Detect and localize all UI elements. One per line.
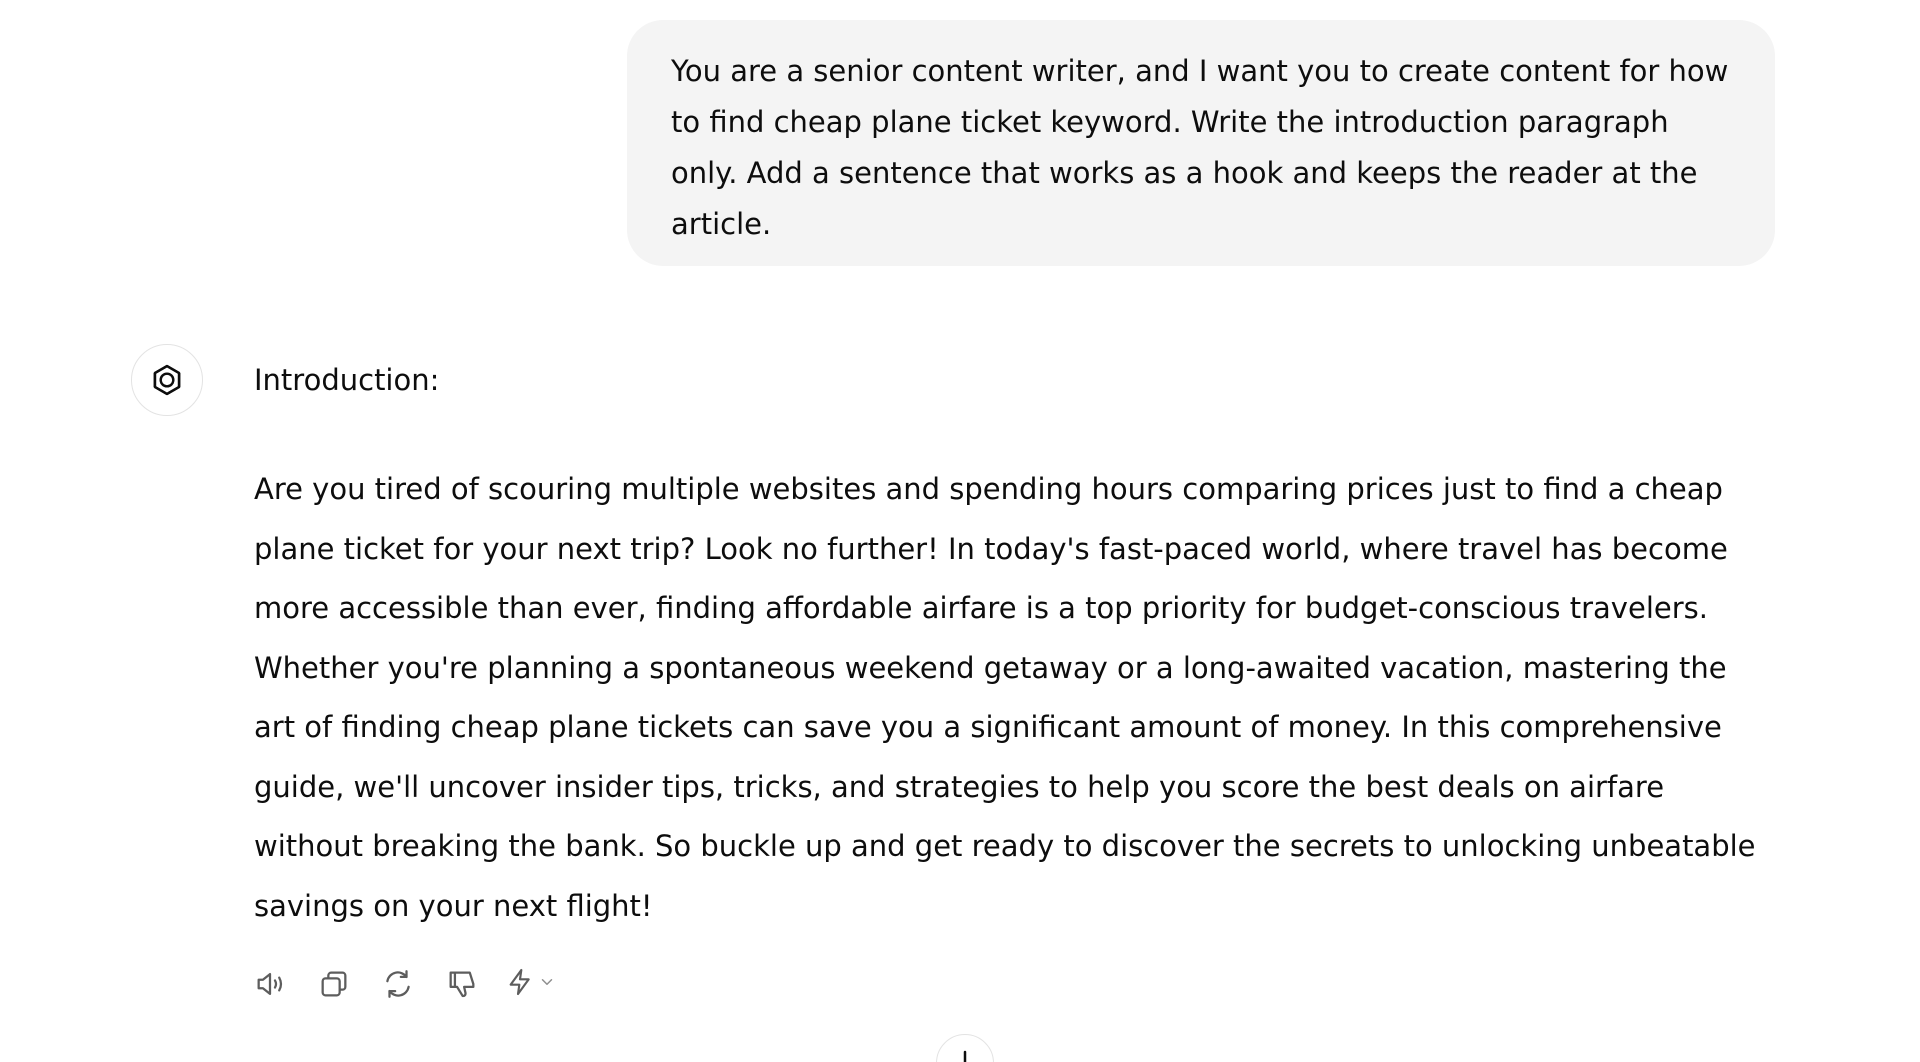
- chevron-down-icon: [541, 979, 553, 985]
- arrow-down-icon: [963, 1050, 967, 1062]
- copy-icon: [321, 971, 347, 997]
- thumbs-down-icon: [449, 971, 475, 998]
- switch-model-button[interactable]: [504, 965, 556, 1003]
- copy-button[interactable]: [312, 962, 356, 1006]
- regenerate-button[interactable]: [376, 962, 420, 1006]
- bolt-icon: [509, 968, 530, 996]
- openai-logo-icon: [153, 364, 181, 396]
- assistant-avatar: [131, 344, 203, 416]
- scroll-to-bottom-button[interactable]: [936, 1034, 994, 1062]
- response-heading: Introduction:: [254, 363, 440, 397]
- message-action-bar: [248, 962, 556, 1006]
- read-aloud-button[interactable]: [248, 962, 292, 1006]
- user-message-bubble: You are a senior content writer, and I w…: [627, 20, 1775, 266]
- user-message-text: You are a senior content writer, and I w…: [671, 54, 1729, 241]
- regenerate-icon: [386, 970, 410, 998]
- chat-page: You are a senior content writer, and I w…: [0, 0, 1920, 1062]
- response-paragraph: Are you tired of scouring multiple websi…: [254, 472, 1756, 923]
- bad-response-button[interactable]: [440, 962, 484, 1006]
- speaker-icon: [257, 972, 283, 996]
